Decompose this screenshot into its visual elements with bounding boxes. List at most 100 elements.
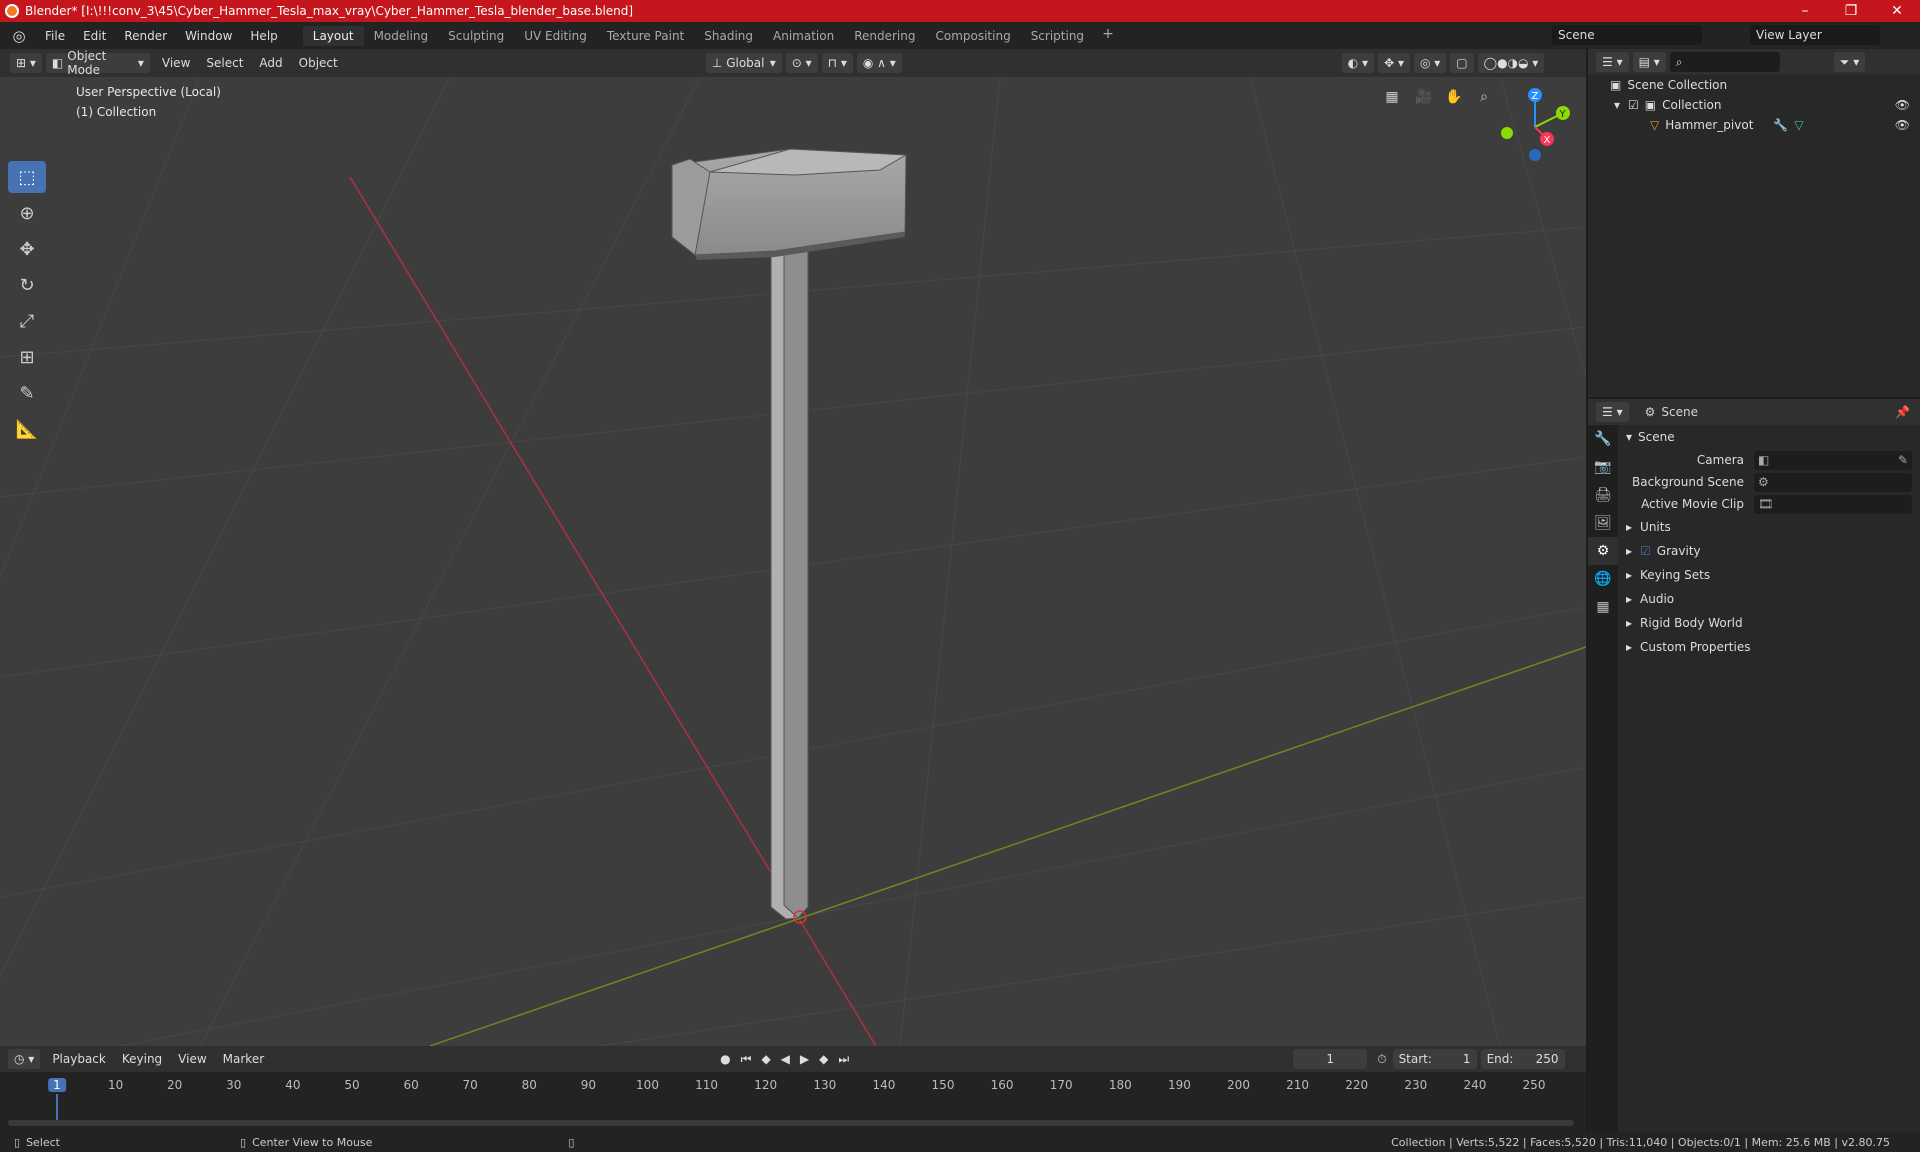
frame-ruler[interactable]: 1 10 20 30 40 50 60 70 80 90 100 110 120 130 140 150 160… [0,1072,1586,1124]
pan-hand-icon[interactable]: ✋ [1442,85,1466,109]
xray-toggle-button[interactable]: ▢ [1450,53,1474,73]
outliner-editor-type[interactable]: ☰ ▾ [1596,52,1629,72]
timeline-editor-type[interactable]: ◷ ▾ [8,1049,41,1069]
prev-keyframe-icon[interactable]: ◆ [761,1052,770,1067]
play-reverse-icon[interactable]: ◀ [781,1052,790,1067]
annotate-tool-icon[interactable]: ✎ [8,377,46,409]
filter-icon[interactable]: ⏷ ▾ [1833,52,1866,72]
rigid-body-world-panel-header[interactable]: ▸ Rigid Body World [1618,611,1920,635]
visibility-button[interactable]: ◐ ▾ [1341,53,1375,73]
cursor-tool-icon[interactable]: ⊕ [8,197,46,229]
zoom-icon[interactable]: ⌕ [1472,85,1496,109]
active-movie-clip-input[interactable]: 🎞 [1754,494,1912,514]
output-tab-icon[interactable]: 🖨 [1588,481,1618,509]
tab-layout[interactable]: Layout [302,25,364,46]
3d-viewport[interactable]: ⬚ ⊕ ✥ ↻ ⤢ ⊞ ✎ 📐 User Perspective (Local)… [0,77,1586,1046]
measure-tool-icon[interactable]: 📐 [8,413,46,445]
modifier-wrench-icon[interactable]: 🔧 [1773,118,1788,132]
minimize-button[interactable]: – [1782,3,1828,19]
next-keyframe-icon[interactable]: ◆ [819,1052,828,1067]
eye-icon[interactable]: 👁 [1895,98,1910,112]
custom-properties-panel-header[interactable]: ▸ Custom Properties [1618,635,1920,659]
menu-file[interactable]: File [36,29,74,43]
view-layer-tab-icon[interactable]: 🖼 [1588,509,1618,537]
menu-edit[interactable]: Edit [74,29,115,43]
units-panel-header[interactable]: ▸ Units [1618,515,1920,539]
render-tab-icon[interactable]: 📷 [1588,453,1618,481]
menu-playback[interactable]: Playback [44,1052,114,1066]
blender-menu-icon[interactable]: ◎ [10,27,28,45]
snap-button[interactable]: ⊓ ▾ [821,53,853,73]
camera-input[interactable]: ◧ ✎ [1754,450,1912,470]
tab-animation[interactable]: Animation [763,26,844,46]
outliner-row-scene-collection[interactable]: ▣ Scene Collection [1588,75,1920,95]
scale-tool-icon[interactable]: ⤢ [8,305,46,337]
grid-view-icon[interactable]: ▦ [1380,85,1404,109]
menu-window[interactable]: Window [176,29,241,43]
world-tab-icon[interactable]: 🌐 [1588,565,1618,593]
scene-tab-icon[interactable]: ⚙ [1588,537,1618,565]
view-layer-selector[interactable]: View Layer [1750,25,1880,45]
navigation-gizmo[interactable]: Z Y X [1495,87,1575,167]
audio-panel-header[interactable]: ▸ Audio [1618,587,1920,611]
transform-tool-icon[interactable]: ⊞ [8,341,46,373]
jump-start-icon[interactable]: ⏮ [741,1052,752,1067]
shading-modes-button[interactable]: ◯●◑◒ ▾ [1477,53,1545,73]
menu-view[interactable]: View [154,56,198,70]
eye-icon[interactable]: 👁 [1895,118,1910,132]
move-tool-icon[interactable]: ✥ [8,233,46,265]
tab-compositing[interactable]: Compositing [925,26,1020,46]
timeline-scrollbar[interactable] [8,1120,1574,1126]
gizmo-toggle-button[interactable]: ✥ ▾ [1378,53,1410,73]
menu-object[interactable]: Object [291,56,346,70]
properties-editor-type[interactable]: ☰ ▾ [1596,402,1629,422]
camera-view-icon[interactable]: 🎥 [1412,85,1436,109]
texture-tab-icon[interactable]: ▦ [1588,593,1618,621]
collection-checkbox[interactable]: ☑ [1628,98,1639,112]
menu-marker[interactable]: Marker [215,1052,272,1066]
menu-render[interactable]: Render [115,29,176,43]
keying-sets-panel-header[interactable]: ▸ Keying Sets [1618,563,1920,587]
maximize-button[interactable]: ❐ [1828,3,1874,19]
menu-timeline-view[interactable]: View [170,1052,214,1066]
tab-scripting[interactable]: Scripting [1021,26,1094,46]
pin-icon[interactable]: 📌 [1895,405,1910,419]
jump-end-icon[interactable]: ⏭ [838,1052,849,1067]
tab-uv-editing[interactable]: UV Editing [514,26,597,46]
rotate-tool-icon[interactable]: ↻ [8,269,46,301]
overlay-toggle-button[interactable]: ◎ ▾ [1413,53,1447,73]
scene-panel-header[interactable]: ▾ Scene [1618,425,1920,449]
record-icon[interactable]: ● [720,1052,730,1067]
tab-sculpting[interactable]: Sculpting [438,26,514,46]
outliner-search-input[interactable]: ⌕ [1669,52,1780,72]
object-mode-dropdown[interactable]: ◧ Object Mode ▾ [45,49,150,77]
end-frame-input[interactable]: End: 250 [1480,1049,1565,1069]
outliner-row-hammer-pivot[interactable]: ▽ Hammer_pivot 🔧 ▽ 👁 [1588,115,1920,135]
tab-texture-paint[interactable]: Texture Paint [597,26,694,46]
gravity-panel-header[interactable]: ▸ ☑ Gravity [1618,539,1920,563]
display-mode-button[interactable]: ▤ ▾ [1632,52,1666,72]
stopwatch-icon[interactable]: ⏱ [1377,1052,1386,1067]
expand-arrow-icon[interactable]: ▾ [1614,98,1620,112]
editor-type-button[interactable]: ⊞ ▾ [10,53,42,73]
close-button[interactable]: ✕ [1874,3,1920,19]
start-frame-input[interactable]: Start: 1 [1392,1049,1477,1069]
tab-shading[interactable]: Shading [694,26,763,46]
menu-select[interactable]: Select [198,56,251,70]
current-frame-input[interactable]: 1 [1293,1049,1368,1069]
background-scene-input[interactable]: ⚙ [1754,472,1912,492]
tab-modeling[interactable]: Modeling [364,26,439,46]
menu-help[interactable]: Help [241,29,286,43]
orientation-dropdown[interactable]: ⊥ Global ▾ [705,53,782,73]
menu-keying[interactable]: Keying [114,1052,170,1066]
scene-selector[interactable]: Scene [1552,25,1702,45]
eyedropper-icon[interactable]: ✎ [1898,453,1908,467]
play-icon[interactable]: ▶ [800,1052,809,1067]
add-workspace-button[interactable]: + [1094,26,1122,46]
outliner-row-collection[interactable]: ▾ ☑ ▣ Collection 👁 [1588,95,1920,115]
gravity-checkbox[interactable]: ☑ [1640,544,1651,558]
tool-tab-icon[interactable]: 🔧 [1588,425,1618,453]
proportional-edit-button[interactable]: ◉ ∧ ▾ [856,53,902,73]
select-box-tool-icon[interactable]: ⬚ [8,161,46,193]
mesh-data-icon[interactable]: ▽ [1794,118,1803,132]
